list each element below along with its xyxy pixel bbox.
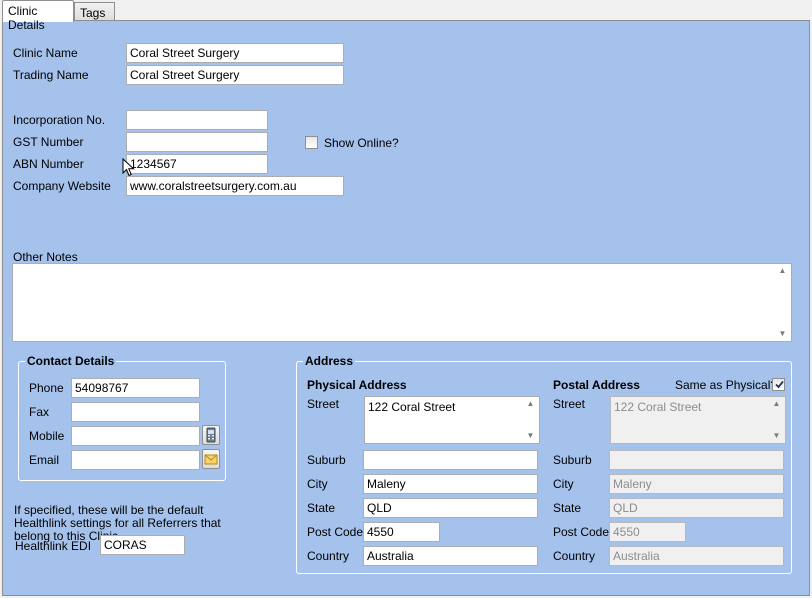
mouse-cursor-icon <box>122 158 135 177</box>
tab-tags[interactable]: Tags <box>74 2 115 21</box>
physical-state-label: State <box>307 501 336 515</box>
postal-street-value: 122 Coral Street <box>614 400 702 414</box>
mobile-label: Mobile <box>29 429 65 443</box>
postal-state-label: State <box>553 501 582 515</box>
mobile-field[interactable] <box>71 426 200 446</box>
physical-street-field[interactable]: 122 Coral Street ▲ ▼ <box>364 396 540 444</box>
healthlink-edi-label: Healthlink EDI <box>15 539 92 553</box>
physical-postcode-field[interactable]: 4550 <box>363 522 440 542</box>
scroll-up-arrow-icon[interactable]: ▲ <box>774 265 791 277</box>
postal-city-label: City <box>553 477 574 491</box>
email-field[interactable] <box>71 450 200 470</box>
contact-details-title: Contact Details <box>25 354 117 368</box>
email-label: Email <box>29 453 60 467</box>
physical-street-label: Street <box>307 397 340 411</box>
abn-field[interactable]: 1234567 <box>126 154 268 174</box>
other-notes-textarea[interactable]: ▲ ▼ <box>12 263 792 342</box>
same-as-physical-label[interactable]: Same as Physical? <box>675 378 777 392</box>
website-label: Company Website <box>13 179 111 193</box>
other-notes-label: Other Notes <box>13 250 78 264</box>
other-notes-scrollbar[interactable]: ▲ ▼ <box>774 264 791 341</box>
postal-state-field[interactable]: QLD <box>609 498 784 518</box>
postal-street-field[interactable]: 122 Coral Street ▲ ▼ <box>610 396 786 444</box>
incorporation-label: Incorporation No. <box>13 113 106 127</box>
scroll-down-arrow-icon[interactable]: ▼ <box>774 328 791 340</box>
incorporation-field[interactable] <box>126 110 268 130</box>
trading-name-label: Trading Name <box>13 68 89 82</box>
scroll-down-arrow-icon[interactable]: ▼ <box>768 430 785 442</box>
website-field[interactable]: www.coralstreetsurgery.com.au <box>126 176 344 196</box>
checkmark-icon <box>775 380 784 389</box>
physical-street-value: 122 Coral Street <box>368 400 456 414</box>
postal-country-label: Country <box>553 549 596 563</box>
envelope-icon <box>204 454 218 465</box>
show-online-label[interactable]: Show Online? <box>324 136 399 150</box>
postal-city-field[interactable]: Maleny <box>609 474 784 494</box>
phone-label: Phone <box>29 381 64 395</box>
scroll-up-arrow-icon[interactable]: ▲ <box>522 398 539 410</box>
postal-postcode-field[interactable]: 4550 <box>609 522 686 542</box>
healthlink-edi-field[interactable]: CORAS <box>100 535 185 555</box>
physical-city-field[interactable]: Maleny <box>363 474 538 494</box>
same-as-physical-checkbox[interactable] <box>772 378 785 391</box>
physical-country-field[interactable]: Australia <box>363 546 538 566</box>
show-online-checkbox[interactable] <box>305 136 318 149</box>
send-email-button[interactable] <box>202 449 220 469</box>
physical-state-field[interactable]: QLD <box>363 498 538 518</box>
tab-clinic-details[interactable]: Clinic Details <box>2 0 74 32</box>
physical-suburb-label: Suburb <box>307 453 346 467</box>
fax-label: Fax <box>29 405 50 419</box>
physical-street-scrollbar[interactable]: ▲ ▼ <box>522 397 539 443</box>
postal-street-label: Street <box>553 397 586 411</box>
physical-city-label: City <box>307 477 328 491</box>
physical-suburb-field[interactable] <box>363 450 538 470</box>
phone-field[interactable]: 54098767 <box>71 378 200 398</box>
postal-suburb-field[interactable] <box>609 450 784 470</box>
fax-field[interactable] <box>71 402 200 422</box>
phone-icon <box>206 427 216 443</box>
physical-country-label: Country <box>307 549 350 563</box>
postal-address-title: Postal Address <box>553 378 640 392</box>
postal-postcode-label: Post Code <box>553 525 610 539</box>
postal-street-scrollbar[interactable]: ▲ ▼ <box>768 397 785 443</box>
call-mobile-button[interactable] <box>202 425 220 445</box>
clinic-name-label: Clinic Name <box>13 46 78 60</box>
address-title: Address <box>303 354 356 368</box>
clinic-name-field[interactable]: Coral Street Surgery <box>126 43 344 63</box>
scroll-up-arrow-icon[interactable]: ▲ <box>768 398 785 410</box>
gst-label: GST Number <box>13 135 84 149</box>
physical-address-title: Physical Address <box>307 378 407 392</box>
abn-label: ABN Number <box>13 157 84 171</box>
postal-country-field[interactable]: Australia <box>609 546 784 566</box>
trading-name-field[interactable]: Coral Street Surgery <box>126 65 344 85</box>
gst-field[interactable] <box>126 132 268 152</box>
physical-postcode-label: Post Code <box>307 525 364 539</box>
scroll-down-arrow-icon[interactable]: ▼ <box>522 430 539 442</box>
postal-suburb-label: Suburb <box>553 453 592 467</box>
